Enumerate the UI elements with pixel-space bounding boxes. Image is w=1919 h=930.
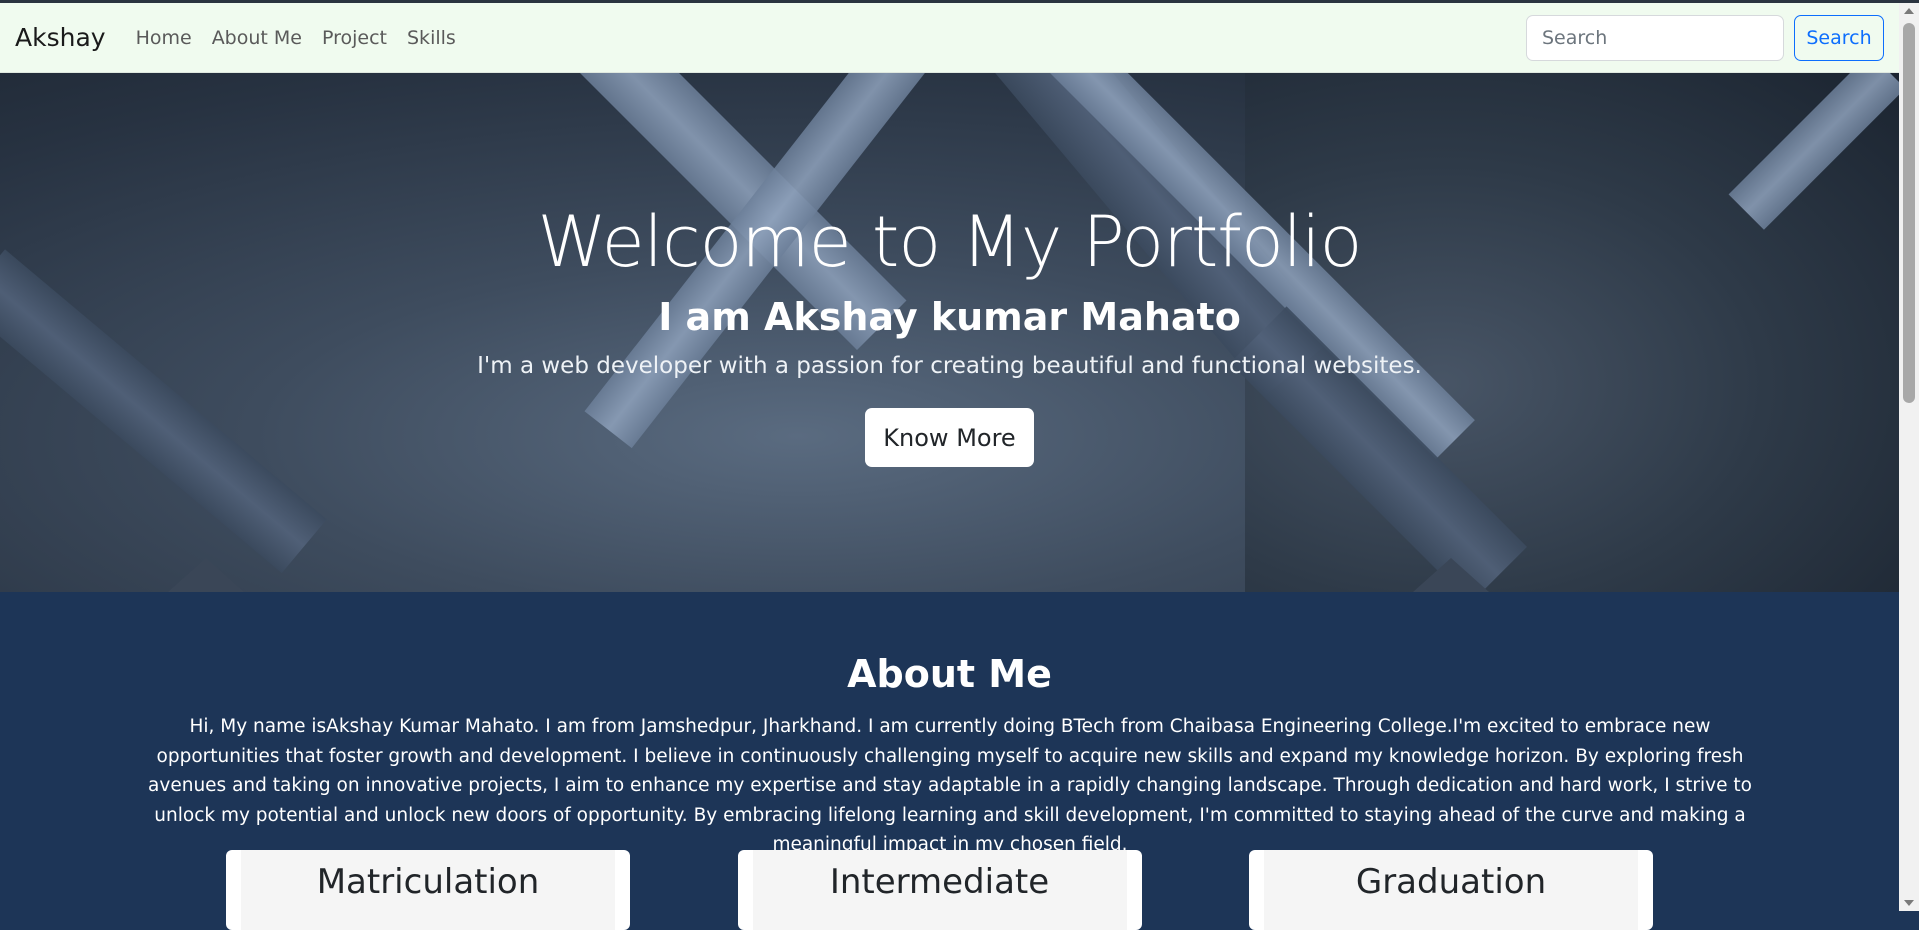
know-more-button[interactable]: Know More	[865, 408, 1034, 467]
search-input[interactable]	[1526, 14, 1784, 61]
hero-description: I'm a web developer with a passion for c…	[477, 353, 1422, 379]
navbar: Akshay Home About Me Project Skills Sear…	[0, 3, 1899, 73]
card-title: Graduation	[1355, 862, 1547, 902]
about-title: About Me	[847, 652, 1052, 696]
nav-link-home[interactable]: Home	[136, 27, 192, 49]
card-title: Matriculation	[316, 862, 540, 902]
scrollbar-thumb[interactable]	[1903, 23, 1915, 403]
hero-title: Welcome to My Portfolio	[537, 201, 1362, 283]
education-cards: Matriculation Intermediate Graduation	[226, 850, 1653, 930]
search-form: Search	[1526, 14, 1884, 61]
scroll-up-arrow-icon[interactable]	[1904, 8, 1914, 14]
search-button[interactable]: Search	[1794, 14, 1884, 61]
nav-links: Home About Me Project Skills	[136, 27, 456, 49]
about-section: About Me Hi, My name isAkshay Kumar Maha…	[0, 592, 1899, 930]
hero-content: Welcome to My Portfolio I am Akshay kuma…	[0, 73, 1899, 592]
card-body: Graduation	[1264, 850, 1638, 930]
hero-subtitle: I am Akshay kumar Mahato	[658, 295, 1241, 339]
scroll-down-arrow-icon[interactable]	[1904, 900, 1914, 906]
education-card-intermediate: Intermediate	[737, 850, 1142, 930]
nav-link-about-me[interactable]: About Me	[212, 27, 302, 49]
card-body: Matriculation	[241, 850, 615, 930]
nav-link-skills[interactable]: Skills	[407, 27, 456, 49]
navbar-brand[interactable]: Akshay	[15, 23, 106, 52]
card-body: Intermediate	[752, 850, 1127, 930]
hero-section: Welcome to My Portfolio I am Akshay kuma…	[0, 73, 1899, 592]
about-text: Hi, My name isAkshay Kumar Mahato. I am …	[148, 716, 1752, 855]
education-card-matriculation: Matriculation	[226, 850, 630, 930]
education-card-graduation: Graduation	[1249, 850, 1653, 930]
nav-link-project[interactable]: Project	[322, 27, 387, 49]
page-scrollbar[interactable]	[1899, 3, 1919, 911]
card-title: Intermediate	[829, 862, 1050, 902]
